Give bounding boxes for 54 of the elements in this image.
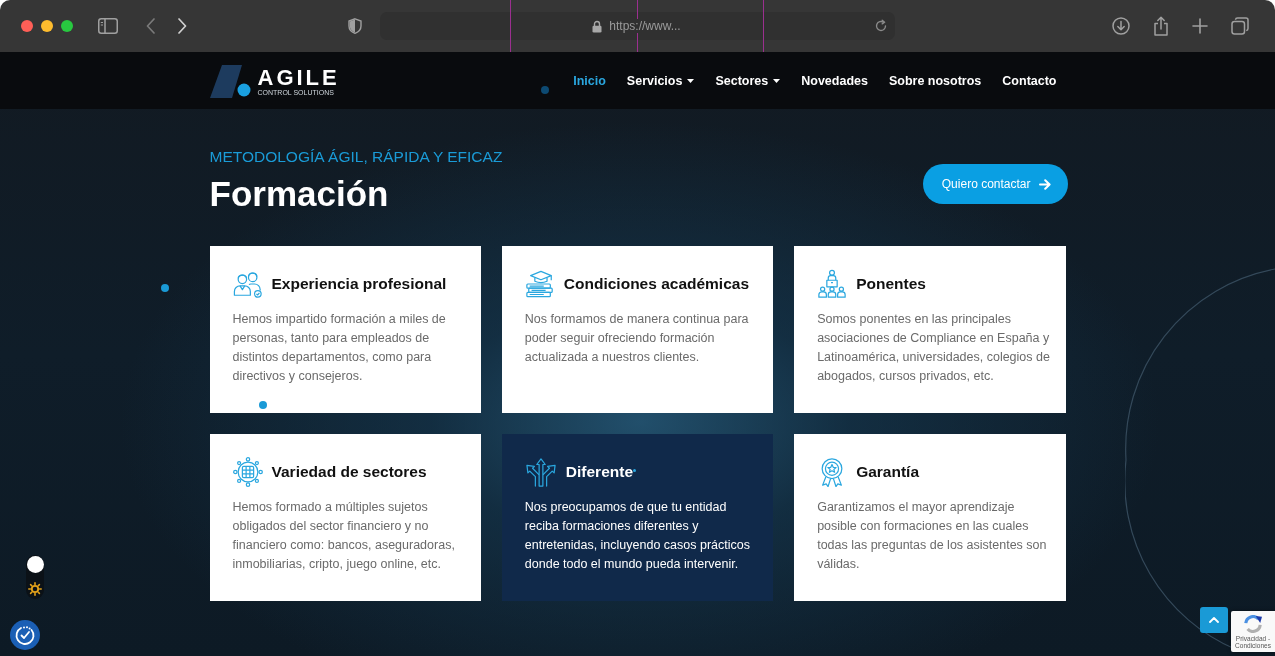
nav-link[interactable]: Sobre nosotros (888, 73, 982, 88)
nav-link[interactable]: Contacto (1002, 73, 1057, 88)
dot-icon (259, 401, 267, 409)
card-text: Nos preocupamos de que tu entidad reciba formaciones diferentes y entretenidas, incluyendo casos prácticos donde todo el mundo pueda intervenir. (524, 499, 751, 573)
forward-icon[interactable] (178, 18, 187, 34)
knob-icon (26, 556, 44, 573)
nav-link[interactable]: Novedades (801, 73, 868, 88)
download-icon[interactable] (1112, 17, 1130, 35)
accessibility-icon[interactable] (10, 620, 40, 650)
card-title: Garantía (856, 463, 920, 481)
back-icon[interactable] (146, 18, 155, 34)
sun-icon (28, 582, 42, 596)
card-title: Condiciones académicas (563, 275, 750, 293)
nav-link[interactable]: Sectores (715, 73, 781, 88)
dot-icon (633, 469, 636, 472)
reload-icon[interactable] (874, 19, 888, 33)
podium-speaker-icon (817, 269, 848, 299)
arrow-right-icon (1038, 178, 1051, 190)
logo-text: AGILE (257, 66, 340, 89)
share-icon[interactable] (1153, 16, 1169, 36)
zoom-icon[interactable] (61, 20, 73, 32)
card-text: Garantizamos el mayor aprendizaje posible con formaciones en las cuales todas las preguntas de los asistentes son válidas. (817, 499, 1048, 573)
caret-up-icon (1209, 617, 1219, 623)
theme-toggle[interactable] (26, 555, 44, 599)
branching-arrows-icon (524, 457, 557, 487)
circular-arrows-icon (1242, 614, 1264, 633)
shield-icon[interactable] (348, 18, 362, 34)
card-title: Ponentes (856, 275, 926, 293)
card-text: Hemos formado a múltiples sujetos obligados del sector financiero y no financiero como: bancos, aseguradoras, inmobiliarias, cripto, juego online, etc. (232, 499, 456, 573)
page-title: Formación (209, 173, 390, 215)
card-title: Variedad de sectores (271, 463, 427, 481)
dot-icon (161, 284, 169, 292)
people-icon (232, 269, 263, 299)
graduation-cap-books-icon (524, 269, 555, 299)
lock-icon (592, 19, 603, 33)
nav-link[interactable]: Servicios (626, 73, 695, 88)
minimize-icon[interactable] (41, 20, 53, 32)
card-text: Nos formamos de manera continua para poder seguir ofreciendo formación actualizada a nuestros clientes. (524, 311, 750, 366)
sidebar-icon[interactable] (98, 18, 118, 34)
logo-mark-icon[interactable] (209, 65, 252, 98)
url-text: https://www... (607, 19, 683, 33)
address-field[interactable]: https://www... (380, 12, 895, 40)
plus-icon[interactable] (1192, 18, 1208, 34)
card-title: Diferente (565, 463, 633, 481)
tabs-icon[interactable] (1231, 17, 1249, 35)
close-icon[interactable] (21, 20, 33, 32)
card-text: Hemos impartido formación a miles de personas, tanto para empleados de distintos departamentos, como para directivos y consejeros. (232, 311, 447, 385)
card-text: Somos ponentes en las principales asociaciones de Compliance en España y Latinoamérica, universidades, colegios de abogados, cursos privados, etc. (817, 311, 1051, 385)
nav-link[interactable]: Inicio (573, 73, 606, 88)
scroll-top-button[interactable] (1200, 607, 1228, 633)
dot-icon (541, 86, 549, 94)
network-icon (232, 457, 263, 487)
card-title: Experiencia profesional (271, 275, 447, 293)
eyebrow-text: METODOLOGÍA ÁGIL, RÁPIDA Y EFICAZ (209, 147, 503, 167)
